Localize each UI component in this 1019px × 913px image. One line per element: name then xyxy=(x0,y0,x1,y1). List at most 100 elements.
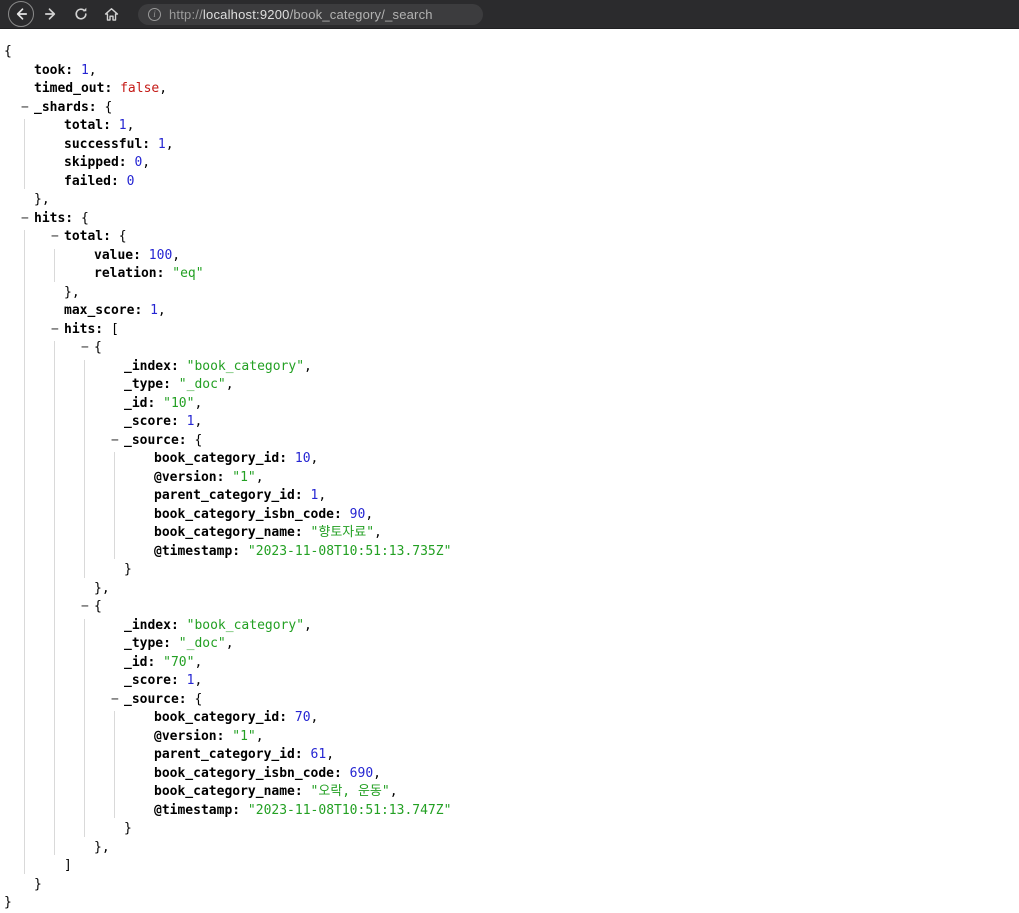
json-line: − hits: { xyxy=(21,210,1019,229)
json-comma: , xyxy=(373,765,381,781)
json-line: book_category_name: "오락, 운동", xyxy=(154,783,1019,802)
collapse-toggle-icon[interactable]: − xyxy=(51,321,59,340)
json-key: _type: xyxy=(124,377,179,392)
json-comma: , xyxy=(194,414,203,429)
json-line: @version: "1", xyxy=(154,728,1019,747)
json-bracket: }, xyxy=(34,192,50,207)
home-button[interactable] xyxy=(98,1,124,27)
json-bracket: }, xyxy=(94,839,110,855)
json-key: book_category_id: xyxy=(154,710,295,725)
json-value-string: "2023-11-08T10:51:13.735Z" xyxy=(247,543,452,559)
json-comma: , xyxy=(326,747,335,762)
json-key: @version: xyxy=(154,469,233,485)
json-line: book_category_isbn_code: 90, xyxy=(154,506,1019,525)
back-button[interactable] xyxy=(8,1,34,27)
collapse-toggle-icon[interactable]: − xyxy=(111,691,119,710)
json-line: } xyxy=(124,820,1019,839)
json-key: failed: xyxy=(64,173,127,189)
json-key: @timestamp: xyxy=(154,543,248,559)
json-key: _shards: xyxy=(34,99,105,115)
json-bracket: { xyxy=(80,210,89,226)
collapse-toggle-icon[interactable]: − xyxy=(81,339,89,358)
json-comma: , xyxy=(374,525,382,540)
json-line: }, xyxy=(34,191,1019,210)
json-comma: , xyxy=(126,118,135,133)
json-entry: −{_index: "book_category", _type: "_doc",… xyxy=(81,598,1019,858)
collapse-toggle-icon[interactable]: − xyxy=(21,99,29,118)
url-bar[interactable]: i http://localhost:9200/book_category/_s… xyxy=(138,3,483,25)
json-line: }, xyxy=(94,839,1019,858)
json-bracket: }, xyxy=(64,284,80,300)
json-key: _index: xyxy=(124,617,187,633)
json-entry: − hits: [−{_index: "book_category", _type:… xyxy=(51,321,1019,876)
json-key: _score: xyxy=(124,414,187,429)
json-line: max_score: 1, xyxy=(64,302,1019,321)
json-value-boolean: false xyxy=(120,81,160,96)
json-line: timed_out: false, xyxy=(34,80,1019,99)
json-comma: , xyxy=(225,377,234,392)
forward-button[interactable] xyxy=(38,1,64,27)
json-bracket: { xyxy=(94,340,102,355)
json-children: book_category_id: 10, @version: "1", paren… xyxy=(114,450,1019,561)
back-arrow-icon xyxy=(16,8,28,20)
json-comma: , xyxy=(318,488,327,503)
collapse-toggle-icon[interactable]: − xyxy=(111,432,119,451)
json-value-number: 70 xyxy=(294,710,311,725)
json-bracket: } xyxy=(4,895,12,910)
json-line: successful: 1, xyxy=(64,136,1019,155)
json-line: relation: "eq" xyxy=(94,265,1019,284)
json-line: _index: "book_category", xyxy=(124,617,1019,636)
json-line: failed: 0 xyxy=(64,173,1019,192)
json-value-string: "book_category" xyxy=(186,358,305,374)
json-bracket: { xyxy=(104,99,113,115)
json-value-string: "1" xyxy=(232,728,256,744)
json-comma: , xyxy=(225,636,234,651)
json-line: took: 1, xyxy=(34,62,1019,81)
json-key: total: xyxy=(64,229,119,244)
json-key: took: xyxy=(34,62,81,78)
json-key: @version: xyxy=(154,728,233,744)
json-comma: , xyxy=(194,673,203,688)
json-bracket: } xyxy=(124,562,132,577)
collapse-toggle-icon[interactable]: − xyxy=(51,228,59,247)
json-line: book_category_id: 70, xyxy=(154,709,1019,728)
json-line: book_category_id: 10, xyxy=(154,450,1019,469)
json-entry: − _source: {book_category_id: 70, @version… xyxy=(111,691,1019,839)
json-value-string: "2023-11-08T10:51:13.747Z" xyxy=(247,802,452,818)
json-key: relation: xyxy=(94,266,173,281)
json-key: _id: xyxy=(124,395,164,411)
collapse-toggle-icon[interactable]: − xyxy=(21,210,29,229)
json-comma: , xyxy=(304,617,312,633)
json-comma: , xyxy=(157,303,166,318)
json-entry: −{_index: "book_category", _type: "_doc",… xyxy=(81,339,1019,598)
json-bracket: } xyxy=(124,821,132,836)
reload-icon xyxy=(75,7,87,20)
url-path: /book_category/_search xyxy=(289,6,433,22)
json-children: took: 1, timed_out: false, − _shards: {tota… xyxy=(21,62,1019,895)
json-value-number: 1 xyxy=(80,62,89,78)
json-key: value: xyxy=(94,247,149,263)
json-line: _type: "_doc", xyxy=(124,635,1019,654)
json-line: − total: { xyxy=(51,228,1019,247)
info-icon[interactable]: i xyxy=(148,7,161,21)
json-bracket: ] xyxy=(64,858,72,873)
json-value-string: "_doc" xyxy=(178,377,226,392)
json-comma: , xyxy=(194,654,203,670)
json-key: successful: xyxy=(64,136,158,152)
collapse-toggle-icon[interactable]: − xyxy=(81,598,89,617)
json-value-number: 1 xyxy=(118,118,127,133)
json-key: _id: xyxy=(124,654,164,670)
json-comma: , xyxy=(255,469,264,485)
json-comma: , xyxy=(389,784,398,799)
json-entry: − _source: {book_category_id: 10, @version… xyxy=(111,432,1019,580)
json-bracket: }, xyxy=(94,580,110,596)
json-entry: − _shards: {total: 1, successful: 1, skippe… xyxy=(21,99,1019,210)
reload-button[interactable] xyxy=(68,1,94,27)
json-comma: , xyxy=(255,728,264,744)
json-viewer: {took: 1, timed_out: false, − _shards: {tot… xyxy=(0,29,1019,913)
json-line: −{ xyxy=(81,339,1019,358)
json-value-string: "오락, 운동" xyxy=(310,784,390,799)
json-bracket: { xyxy=(4,44,12,59)
json-comma: , xyxy=(88,62,97,78)
json-value-number: 90 xyxy=(349,506,366,522)
